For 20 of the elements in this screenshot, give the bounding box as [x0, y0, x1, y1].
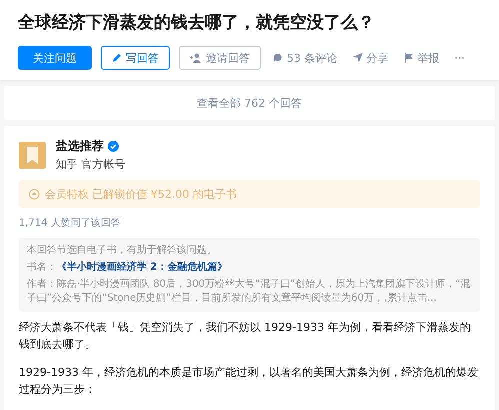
book-author-text: 作者：陈磊·半小时漫画团队 80后，300万粉丝大号“混子曰”创始人，原为上汽集团旗下设计师，“混子曰”公众号下的“Stone历史剧”栏目，目前所发的所有文章平均阅读量为60万，,累计点击...: [27, 278, 472, 306]
action-button[interactable]: 邀请回答: [179, 46, 261, 70]
action-button[interactable]: 53 条评论: [270, 46, 340, 70]
action-button[interactable]: 写回答: [101, 46, 170, 70]
author-subtitle: 知乎 官方帐号: [56, 157, 126, 172]
member-banner[interactable]: 会员特权 已解锁价值 ¥52.00 的电子书: [19, 180, 480, 208]
action-button[interactable]: 关注问题: [18, 46, 92, 70]
book-title-link[interactable]: 《半小时漫画经济学 2：金融危机篇》: [57, 262, 228, 273]
vote-count: 1,714 人赞同了该回答: [19, 216, 122, 230]
book-label: 书名：: [27, 262, 57, 273]
answer-paragraph: 1929-1933 年，经济危机的本质是市场产能过剩，以著名的美国大萧条为例，经济危机的爆发过程分为三步：: [19, 365, 480, 398]
more-button[interactable]: ···: [452, 46, 468, 70]
member-banner-text: 会员特权 已解锁价值 ¥52.00 的电子书: [45, 186, 237, 202]
question-title: 全球经济下滑蒸发的钱去哪了，就凭空没了么？: [18, 12, 376, 35]
author-name[interactable]: 盐选推荐: [56, 138, 104, 155]
excerpt-note: 本回答节选自电子书，有助于解答该问题。: [27, 244, 218, 258]
answer-paragraph: 经济大萧条不代表「钱」凭空消失了，我们不妨以 1929-1933 年为例，看看经济下滑蒸发的钱到底去哪了。: [19, 320, 472, 353]
action-button[interactable]: 分享: [350, 46, 392, 70]
action-button[interactable]: 举报: [400, 46, 442, 70]
view-all-answers-button[interactable]: 查看全部 762 个回答: [4, 86, 495, 120]
